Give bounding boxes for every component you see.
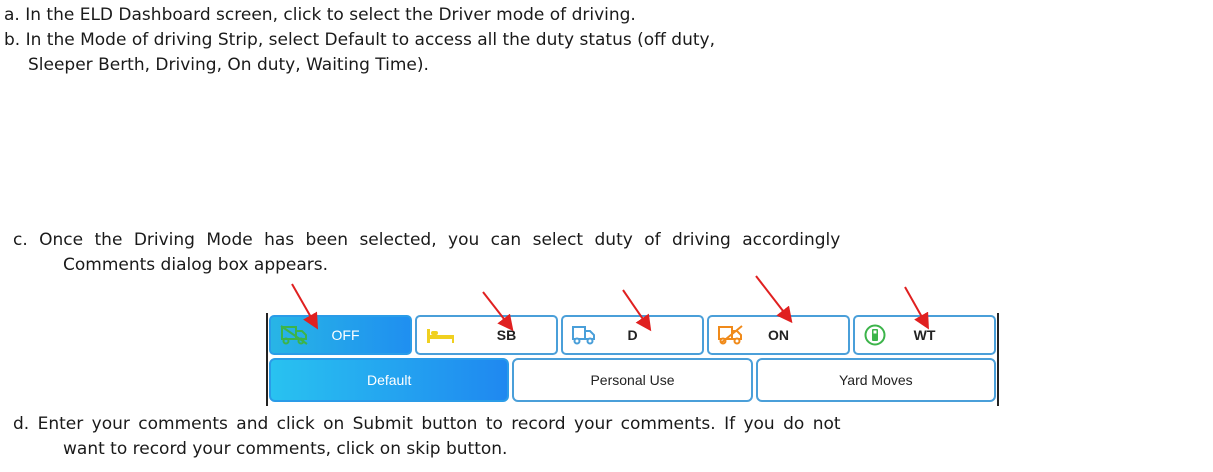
duty-button-d[interactable]: D xyxy=(561,315,704,355)
step-b-line1: b. In the Mode of driving Strip, select … xyxy=(4,30,715,50)
duty-label-sb: SB xyxy=(496,327,517,343)
truck-on-duty-icon xyxy=(718,325,743,345)
step-a: a. In the ELD Dashboard screen, click to… xyxy=(4,4,636,26)
mode-button-personal-use[interactable]: Personal Use xyxy=(512,358,753,402)
truck-driving-icon xyxy=(572,326,595,345)
truck-off-icon xyxy=(280,325,308,345)
step-c-line2: Comments dialog box appears. xyxy=(63,255,329,275)
mode-button-default[interactable]: Default xyxy=(269,358,510,402)
bed-icon xyxy=(427,329,454,343)
duty-button-on[interactable]: ON xyxy=(707,315,850,355)
mode-button-yard-moves[interactable]: Yard Moves xyxy=(755,358,996,402)
step-d: d. Enter your comments and click on Subm… xyxy=(13,413,841,460)
step-d-line2: want to record your comments, click on s… xyxy=(63,439,508,459)
fuel-wait-icon xyxy=(864,324,886,346)
driving-mode-row: Default Personal Use Yard Moves xyxy=(269,358,996,402)
eld-mode-strip: OFF SB D ON WT Default Personal Use Yard… xyxy=(266,313,999,406)
duty-status-row: OFF SB D ON WT xyxy=(269,315,996,355)
duty-button-off[interactable]: OFF xyxy=(269,315,412,355)
step-c-line1: c. Once the Driving Mode has been select… xyxy=(13,230,841,250)
step-a-text: a. In the ELD Dashboard screen, click to… xyxy=(4,5,636,25)
strip-left-edge xyxy=(266,313,268,406)
step-d-line1: d. Enter your comments and click on Subm… xyxy=(13,414,841,434)
step-c: c. Once the Driving Mode has been select… xyxy=(13,229,840,276)
strip-right-edge xyxy=(997,313,999,406)
duty-button-wt[interactable]: WT xyxy=(853,315,996,355)
step-b: b. In the Mode of driving Strip, select … xyxy=(4,29,715,76)
step-b-line2: Sleeper Berth, Driving, On duty, Waiting… xyxy=(28,55,429,75)
duty-button-sb[interactable]: SB xyxy=(415,315,558,355)
